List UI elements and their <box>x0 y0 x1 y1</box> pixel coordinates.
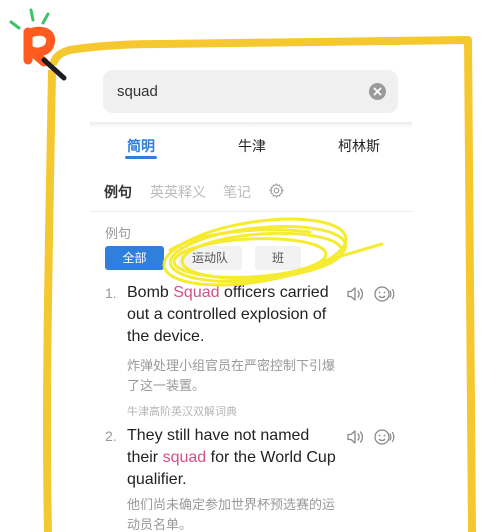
example-chinese: 他们尚未确定参加世界杯预选赛的运动员名单。 <box>127 497 336 532</box>
example-number: 1. <box>105 285 117 301</box>
speaker-icon[interactable] <box>346 429 364 445</box>
tab-english-definitions[interactable]: 英英释义 <box>150 182 206 202</box>
tab-jianming[interactable]: 简明 <box>127 136 155 156</box>
example-item: 2. They still have not named their squad… <box>90 425 412 532</box>
content-tabs: 例句 英英释义 笔记 <box>90 182 412 204</box>
dictionary-screen: squad 简明 牛津 柯林斯 例句 英英释义 笔记 例句 全部 运动队 班 1… <box>90 68 412 532</box>
tab-oxford[interactable]: 牛津 <box>238 136 266 156</box>
example-text: Bomb <box>127 284 174 301</box>
filter-chip-sports-team[interactable]: 运动队 <box>178 246 242 270</box>
filter-chip-class[interactable]: 班 <box>255 246 301 270</box>
search-divider <box>90 122 412 128</box>
example-number: 2. <box>105 428 117 444</box>
speaker-icon[interactable] <box>346 286 364 302</box>
example-item: 1. Bomb Squad officers carried out a con… <box>90 282 412 422</box>
settings-gear-icon[interactable] <box>268 182 285 199</box>
search-query: squad <box>117 83 158 100</box>
clear-icon[interactable] <box>369 83 386 100</box>
tabs-divider <box>90 211 412 212</box>
keyword-highlight: squad <box>162 449 207 466</box>
example-english[interactable]: Bomb Squad officers carried out a contro… <box>127 282 337 348</box>
active-tab-indicator <box>125 156 157 159</box>
examples-section-label: 例句 <box>105 226 132 241</box>
filter-chip-all[interactable]: 全部 <box>105 246 164 270</box>
example-english[interactable]: They still have not named their squad fo… <box>127 425 337 491</box>
example-source: 牛津高阶英汉双解词典 <box>127 406 237 418</box>
tab-examples[interactable]: 例句 <box>104 182 132 202</box>
keyword-highlight: Squad <box>173 284 220 301</box>
brand-r-logo-icon <box>9 8 67 81</box>
tab-collins[interactable]: 柯林斯 <box>338 136 380 156</box>
listen-icon[interactable] <box>373 428 395 446</box>
example-chinese: 炸弹处理小组官员在严密控制下引爆了这一装置。 <box>127 358 336 393</box>
tab-notes[interactable]: 笔记 <box>223 182 251 202</box>
listen-icon[interactable] <box>373 285 395 303</box>
search-input[interactable]: squad <box>103 70 398 113</box>
